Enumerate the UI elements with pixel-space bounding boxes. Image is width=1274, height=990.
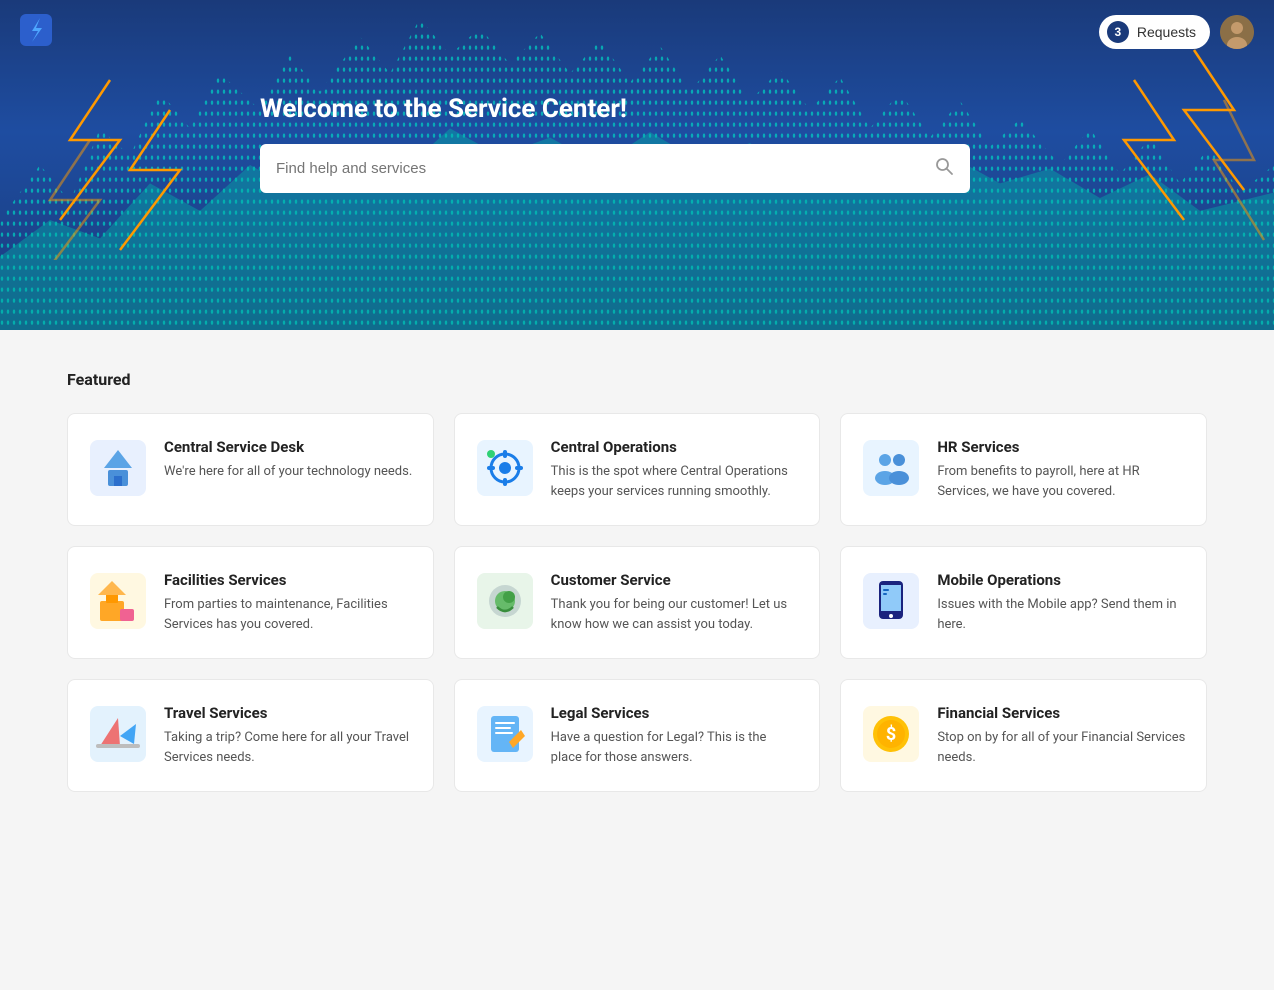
card-icon-mobile-operations [861,571,921,631]
requests-label: Requests [1137,24,1196,40]
card-icon-customer-service [475,571,535,631]
card-title-central-service-desk: Central Service Desk [164,438,412,456]
card-title-financial-services: Financial Services [937,704,1186,722]
featured-label: Featured [67,370,1207,389]
card-desc-financial-services: Stop on by for all of your Financial Ser… [937,728,1186,767]
topbar: 3 Requests [0,0,1274,64]
search-input[interactable] [276,160,934,177]
card-title-travel-services: Travel Services [164,704,413,722]
card-desc-central-operations: This is the spot where Central Operation… [551,462,800,501]
hero-content: Welcome to the Service Center! [0,64,1274,193]
card-facilities-services[interactable]: Facilities Services From parties to main… [67,546,434,659]
card-desc-customer-service: Thank you for being our customer! Let us… [551,595,800,634]
card-central-service-desk[interactable]: Central Service Desk We're here for all … [67,413,434,526]
card-central-operations[interactable]: Central Operations This is the spot wher… [454,413,821,526]
requests-count-badge: 3 [1107,21,1129,43]
main-content: Featured Central Service Desk We're here… [47,330,1227,832]
card-desc-hr-services: From benefits to payroll, here at HR Ser… [937,462,1186,501]
card-title-mobile-operations: Mobile Operations [937,571,1186,589]
card-travel-services[interactable]: Travel Services Taking a trip? Come here… [67,679,434,792]
card-icon-central-operations [475,438,535,498]
card-icon-hr-services [861,438,921,498]
avatar[interactable] [1220,15,1254,49]
hero-title: Welcome to the Service Center! [260,94,1274,124]
requests-button[interactable]: 3 Requests [1099,15,1210,49]
hero-section: 3 Requests Welcome to the Service Center… [0,0,1274,330]
card-desc-travel-services: Taking a trip? Come here for all your Tr… [164,728,413,767]
svg-text:$: $ [886,724,896,745]
card-title-central-operations: Central Operations [551,438,800,456]
card-desc-mobile-operations: Issues with the Mobile app? Send them in… [937,595,1186,634]
card-icon-travel-services [88,704,148,764]
card-title-customer-service: Customer Service [551,571,800,589]
card-icon-legal-services [475,704,535,764]
card-icon-central-service-desk [88,438,148,498]
card-desc-central-service-desk: We're here for all of your technology ne… [164,462,412,482]
card-icon-financial-services: $ [861,704,921,764]
card-desc-legal-services: Have a question for Legal? This is the p… [551,728,800,767]
card-mobile-operations[interactable]: Mobile Operations Issues with the Mobile… [840,546,1207,659]
card-title-hr-services: HR Services [937,438,1186,456]
card-title-legal-services: Legal Services [551,704,800,722]
card-title-facilities-services: Facilities Services [164,571,413,589]
card-customer-service[interactable]: Customer Service Thank you for being our… [454,546,821,659]
search-icon [934,156,954,181]
card-icon-facilities-services [88,571,148,631]
search-bar[interactable] [260,144,970,193]
logo[interactable] [20,14,52,50]
card-financial-services[interactable]: $ Financial Services Stop on by for all … [840,679,1207,792]
card-hr-services[interactable]: HR Services From benefits to payroll, he… [840,413,1207,526]
card-legal-services[interactable]: Legal Services Have a question for Legal… [454,679,821,792]
card-desc-facilities-services: From parties to maintenance, Facilities … [164,595,413,634]
cards-grid: Central Service Desk We're here for all … [67,413,1207,792]
